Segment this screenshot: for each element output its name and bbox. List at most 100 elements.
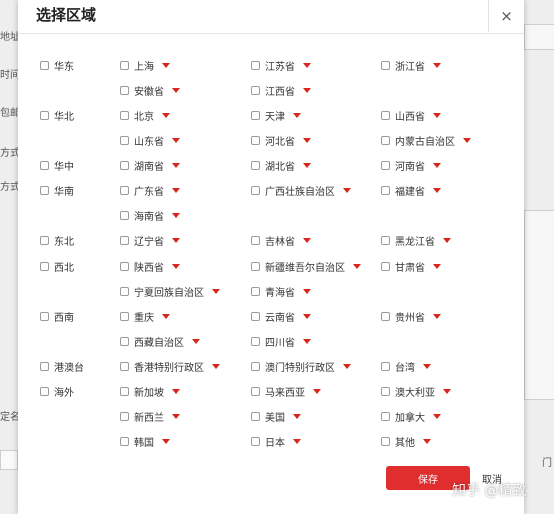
region-checkbox[interactable]: 西北	[40, 259, 74, 274]
caret-down-icon[interactable]	[433, 113, 441, 118]
checkbox-icon[interactable]	[120, 86, 129, 95]
caret-down-icon[interactable]	[423, 364, 431, 369]
checkbox-icon[interactable]	[251, 412, 260, 421]
checkbox-icon[interactable]	[251, 437, 260, 446]
province-checkbox[interactable]: 浙江省	[381, 58, 441, 73]
province-checkbox[interactable]: 广西壮族自治区	[251, 183, 351, 198]
caret-down-icon[interactable]	[303, 138, 311, 143]
caret-down-icon[interactable]	[463, 138, 471, 143]
caret-down-icon[interactable]	[343, 364, 351, 369]
caret-down-icon[interactable]	[162, 113, 170, 118]
caret-down-icon[interactable]	[353, 264, 361, 269]
caret-down-icon[interactable]	[303, 238, 311, 243]
checkbox-icon[interactable]	[381, 387, 390, 396]
caret-down-icon[interactable]	[303, 339, 311, 344]
checkbox-icon[interactable]	[251, 136, 260, 145]
province-checkbox[interactable]: 河南省	[381, 158, 441, 173]
province-checkbox[interactable]: 陕西省	[120, 259, 180, 274]
region-checkbox[interactable]: 华北	[40, 108, 74, 123]
province-checkbox[interactable]: 新疆维吾尔自治区	[251, 259, 361, 274]
checkbox-icon[interactable]	[120, 161, 129, 170]
checkbox-icon[interactable]	[251, 287, 260, 296]
province-checkbox[interactable]: 新西兰	[120, 409, 180, 424]
region-checkbox[interactable]: 海外	[40, 384, 74, 399]
province-checkbox[interactable]: 甘肃省	[381, 259, 441, 274]
region-checkbox[interactable]: 华东	[40, 58, 74, 73]
caret-down-icon[interactable]	[443, 238, 451, 243]
province-checkbox[interactable]: 广东省	[120, 183, 180, 198]
caret-down-icon[interactable]	[433, 63, 441, 68]
province-checkbox[interactable]: 青海省	[251, 284, 311, 299]
province-checkbox[interactable]: 内蒙古自治区	[381, 133, 471, 148]
checkbox-icon[interactable]	[381, 362, 390, 371]
checkbox-icon[interactable]	[120, 312, 129, 321]
province-checkbox[interactable]: 吉林省	[251, 233, 311, 248]
province-checkbox[interactable]: 西藏自治区	[120, 334, 200, 349]
province-checkbox[interactable]: 江苏省	[251, 58, 311, 73]
province-checkbox[interactable]: 北京	[120, 108, 170, 123]
caret-down-icon[interactable]	[433, 414, 441, 419]
caret-down-icon[interactable]	[172, 213, 180, 218]
province-checkbox[interactable]: 韩国	[120, 434, 170, 449]
caret-down-icon[interactable]	[162, 439, 170, 444]
caret-down-icon[interactable]	[303, 314, 311, 319]
close-button[interactable]: ×	[488, 0, 524, 32]
checkbox-icon[interactable]	[381, 412, 390, 421]
province-checkbox[interactable]: 天津	[251, 108, 301, 123]
province-checkbox[interactable]: 湖北省	[251, 158, 311, 173]
checkbox-icon[interactable]	[251, 387, 260, 396]
checkbox-icon[interactable]	[381, 111, 390, 120]
province-checkbox[interactable]: 台湾	[381, 359, 431, 374]
province-checkbox[interactable]: 重庆	[120, 309, 170, 324]
checkbox-icon[interactable]	[40, 262, 49, 271]
checkbox-icon[interactable]	[381, 312, 390, 321]
caret-down-icon[interactable]	[303, 163, 311, 168]
region-checkbox[interactable]: 华南	[40, 183, 74, 198]
caret-down-icon[interactable]	[343, 188, 351, 193]
checkbox-icon[interactable]	[381, 236, 390, 245]
province-checkbox[interactable]: 黑龙江省	[381, 233, 451, 248]
caret-down-icon[interactable]	[303, 88, 311, 93]
province-checkbox[interactable]: 云南省	[251, 309, 311, 324]
checkbox-icon[interactable]	[251, 312, 260, 321]
caret-down-icon[interactable]	[433, 314, 441, 319]
checkbox-icon[interactable]	[251, 362, 260, 371]
caret-down-icon[interactable]	[433, 188, 441, 193]
checkbox-icon[interactable]	[40, 61, 49, 70]
checkbox-icon[interactable]	[381, 61, 390, 70]
checkbox-icon[interactable]	[120, 136, 129, 145]
province-checkbox[interactable]: 上海	[120, 58, 170, 73]
checkbox-icon[interactable]	[120, 186, 129, 195]
checkbox-icon[interactable]	[120, 211, 129, 220]
province-checkbox[interactable]: 新加坡	[120, 384, 180, 399]
province-checkbox[interactable]: 辽宁省	[120, 233, 180, 248]
checkbox-icon[interactable]	[120, 236, 129, 245]
province-checkbox[interactable]: 加拿大	[381, 409, 441, 424]
caret-down-icon[interactable]	[172, 389, 180, 394]
province-checkbox[interactable]: 山西省	[381, 108, 441, 123]
province-checkbox[interactable]: 香港特别行政区	[120, 359, 220, 374]
caret-down-icon[interactable]	[433, 163, 441, 168]
caret-down-icon[interactable]	[172, 414, 180, 419]
checkbox-icon[interactable]	[251, 86, 260, 95]
region-checkbox[interactable]: 西南	[40, 309, 74, 324]
province-checkbox[interactable]: 马来西亚	[251, 384, 321, 399]
caret-down-icon[interactable]	[212, 289, 220, 294]
caret-down-icon[interactable]	[443, 389, 451, 394]
province-checkbox[interactable]: 澳大利亚	[381, 384, 451, 399]
checkbox-icon[interactable]	[381, 161, 390, 170]
province-checkbox[interactable]: 其他	[381, 434, 431, 449]
caret-down-icon[interactable]	[423, 439, 431, 444]
checkbox-icon[interactable]	[251, 236, 260, 245]
checkbox-icon[interactable]	[251, 262, 260, 271]
caret-down-icon[interactable]	[162, 63, 170, 68]
checkbox-icon[interactable]	[120, 437, 129, 446]
checkbox-icon[interactable]	[40, 236, 49, 245]
checkbox-icon[interactable]	[40, 161, 49, 170]
checkbox-icon[interactable]	[40, 387, 49, 396]
checkbox-icon[interactable]	[120, 387, 129, 396]
checkbox-icon[interactable]	[120, 412, 129, 421]
caret-down-icon[interactable]	[172, 188, 180, 193]
checkbox-icon[interactable]	[381, 136, 390, 145]
checkbox-icon[interactable]	[40, 186, 49, 195]
